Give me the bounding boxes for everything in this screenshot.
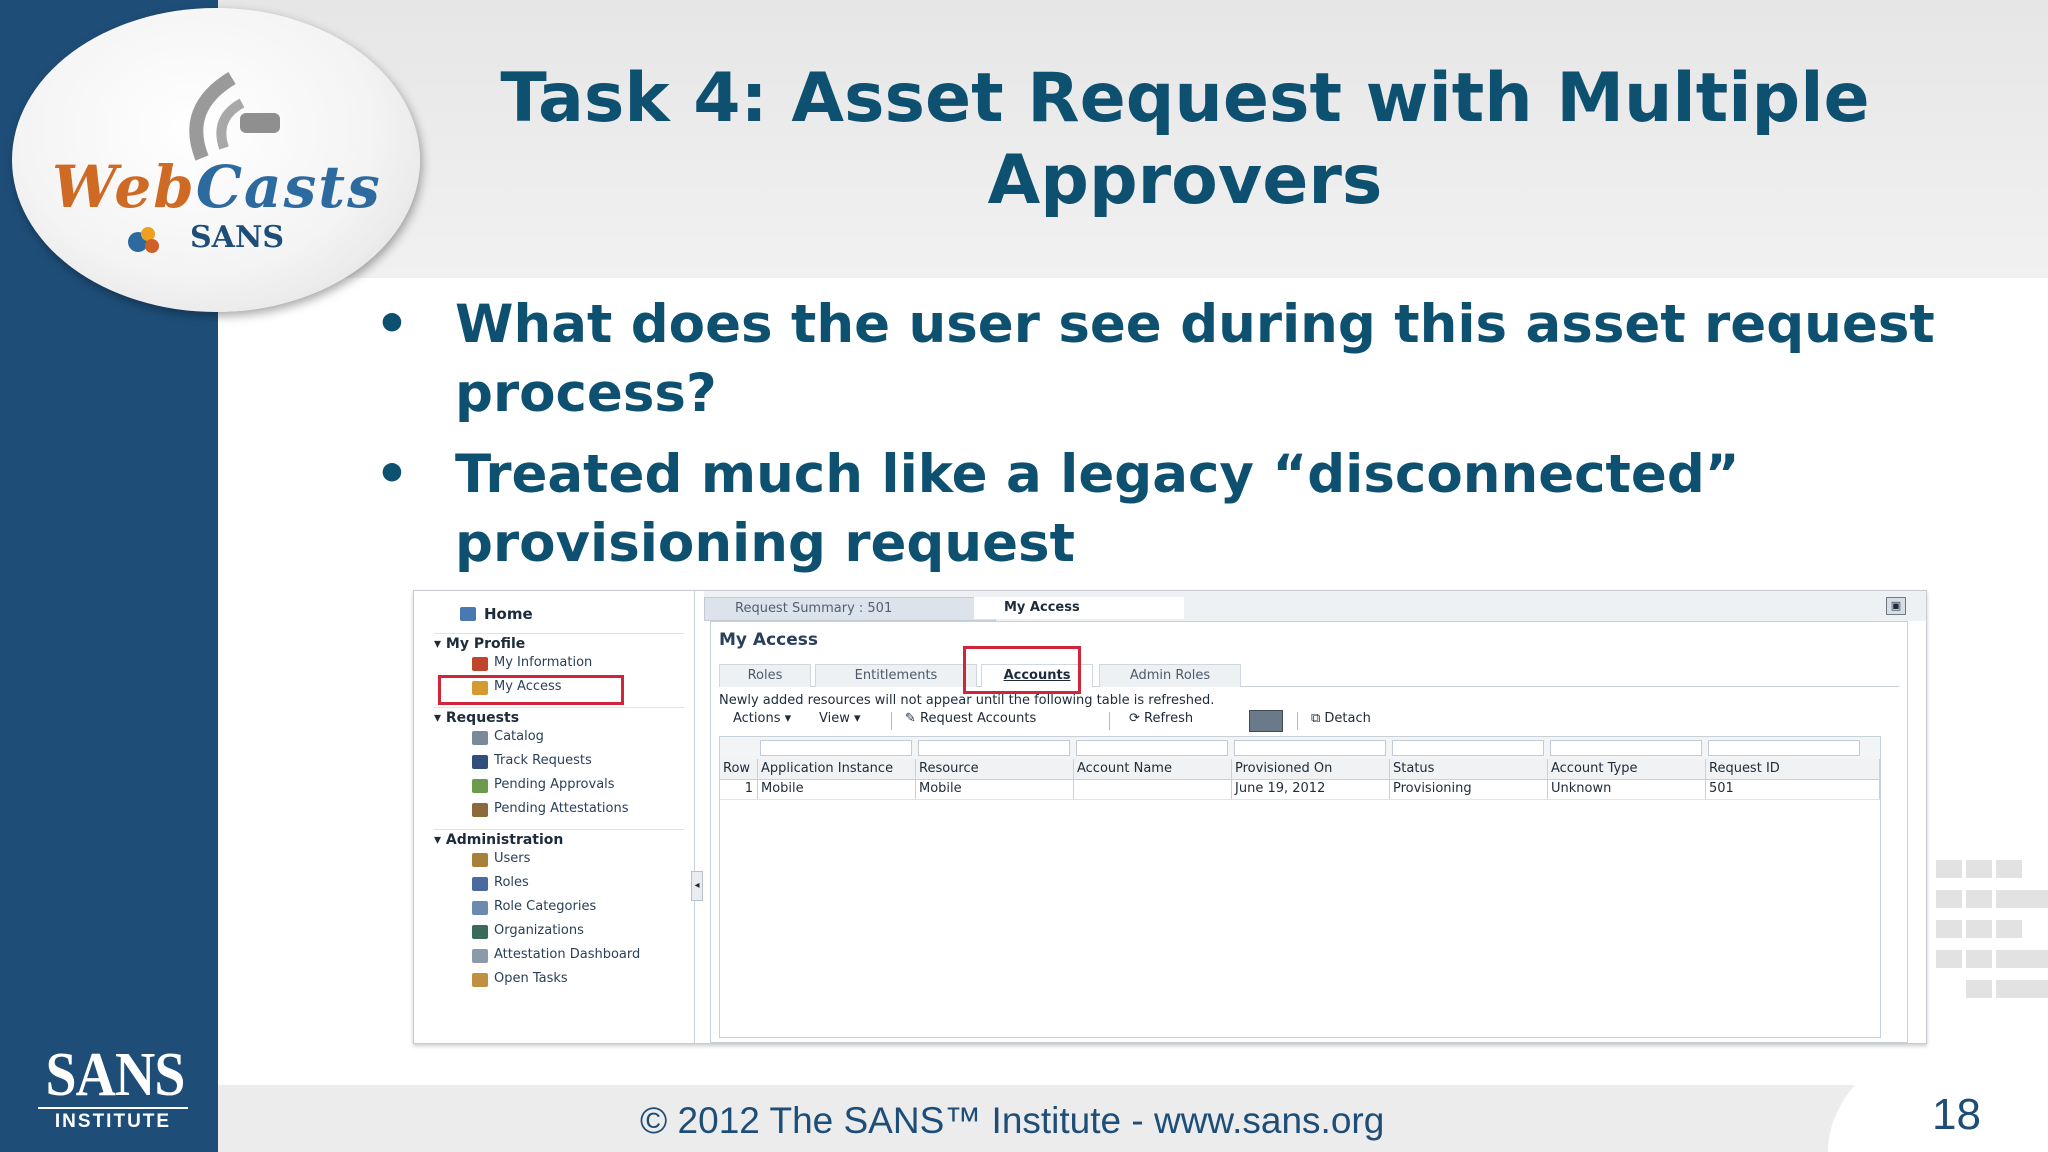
tab-request-summary[interactable]: Request Summary : 501 (704, 597, 996, 621)
attestation-dashboard-icon (472, 949, 488, 963)
top-tab-bar: Request Summary : 501 My Access ▣ (704, 591, 1926, 621)
nav-item-track-requests[interactable]: Track Requests (494, 753, 592, 768)
nav-section-requests[interactable]: ▾ Requests (434, 707, 684, 726)
export-icon[interactable] (1249, 710, 1283, 732)
highlight-my-access (438, 675, 624, 705)
nav-item-pending-approvals[interactable]: Pending Approvals (494, 777, 615, 792)
column-header[interactable]: Provisioned On (1232, 759, 1390, 779)
view-menu[interactable]: View ▾ (819, 711, 861, 726)
nav-item-pending-attestations[interactable]: Pending Attestations (494, 801, 628, 816)
nav-item-organizations[interactable]: Organizations (494, 923, 584, 938)
refresh-notice: Newly added resources will not appear un… (719, 693, 1215, 708)
nav-section-administration[interactable]: ▾ Administration (434, 829, 684, 848)
bullet-item: What does the user see during this asset… (375, 290, 1935, 428)
filter-field[interactable] (1234, 740, 1386, 756)
table-cell: 501 (1706, 779, 1880, 799)
subtab-roles[interactable]: Roles (719, 664, 811, 687)
filter-field[interactable] (1550, 740, 1702, 756)
accounts-table: Row Application Instance Resource Accoun… (719, 736, 1881, 1038)
sans-dots-icon (128, 227, 159, 253)
slide-title: Task 4: Asset Request with Multiple Appr… (500, 59, 1870, 220)
home-icon (460, 607, 476, 621)
column-header[interactable]: Request ID (1706, 759, 1880, 779)
filter-field[interactable] (1708, 740, 1860, 756)
track-requests-icon (472, 755, 488, 769)
column-header[interactable]: Resource (916, 759, 1074, 779)
nav-item-users[interactable]: Users (494, 851, 530, 866)
table-cell: Provisioning (1390, 779, 1548, 799)
nav-item-open-tasks[interactable]: Open Tasks (494, 971, 568, 986)
column-header[interactable]: Status (1390, 759, 1548, 779)
users-icon (472, 853, 488, 867)
request-accounts-button[interactable]: ✎ Request Accounts (905, 711, 1036, 726)
navigation-panel: Home ▾ My Profile My Information My Acce… (414, 591, 695, 1043)
toolbar-separator (891, 712, 892, 730)
filter-field[interactable] (1392, 740, 1544, 756)
toolbar-separator (1109, 712, 1110, 730)
actions-menu[interactable]: Actions ▾ (733, 711, 791, 726)
filter-row (720, 737, 1880, 760)
decorative-squares (1930, 860, 2048, 1090)
toolbar-separator (1297, 712, 1298, 730)
webcasts-wordmark: WebCasts (52, 153, 382, 221)
pending-attestations-icon (472, 803, 488, 817)
detach-button[interactable]: ⧉ Detach (1311, 711, 1371, 726)
table-row[interactable]: 1 Mobile Mobile June 19, 2012 Provisioni… (720, 779, 1880, 800)
footer-copyright: © 2012 The SANS™ Institute - www.sans.or… (640, 1100, 1385, 1141)
page-number: 18 (1932, 1090, 1981, 1139)
column-header[interactable]: Application Instance (758, 759, 916, 779)
roles-icon (472, 877, 488, 891)
column-header[interactable]: Account Type (1548, 759, 1706, 779)
nav-item-role-categories[interactable]: Role Categories (494, 899, 596, 914)
table-cell: Mobile (916, 779, 1074, 799)
column-header[interactable]: Row (720, 759, 758, 779)
subtab-admin-roles[interactable]: Admin Roles (1099, 664, 1241, 687)
column-header[interactable]: Account Name (1074, 759, 1232, 779)
nav-item-attestation-dashboard[interactable]: Attestation Dashboard (494, 947, 640, 962)
bullet-item: Treated much like a legacy “disconnected… (375, 440, 1935, 578)
table-cell: 1 (720, 779, 758, 799)
my-access-panel: My Access Roles Entitlements Accounts Ad… (710, 621, 1908, 1043)
oim-screenshot: Home ▾ My Profile My Information My Acce… (413, 590, 1927, 1044)
table-cell (1074, 779, 1232, 799)
nav-item-roles[interactable]: Roles (494, 875, 529, 890)
pending-approvals-icon (472, 779, 488, 793)
open-tasks-icon (472, 973, 488, 987)
user-icon (472, 657, 488, 671)
role-categories-icon (472, 901, 488, 915)
nav-section-my-profile[interactable]: ▾ My Profile (434, 633, 684, 652)
webcasts-logo: WebCasts SANS (12, 8, 420, 312)
collapse-handle[interactable]: ◂ (691, 871, 703, 901)
table-cell: Unknown (1548, 779, 1706, 799)
webcasts-sans-text: SANS (190, 220, 285, 255)
catalog-icon (472, 731, 488, 745)
table-header: Row Application Instance Resource Accoun… (720, 759, 1880, 780)
sans-institute-logo: SANS INSTITUTE (38, 1044, 188, 1133)
table-cell: Mobile (758, 779, 916, 799)
sub-tab-bar: Roles Entitlements Accounts Admin Roles (719, 660, 1899, 687)
table-cell: June 19, 2012 (1232, 779, 1390, 799)
nav-item-catalog[interactable]: Catalog (494, 729, 544, 744)
organizations-icon (472, 925, 488, 939)
filter-field[interactable] (1076, 740, 1228, 756)
tab-my-access[interactable]: My Access (974, 597, 1184, 619)
refresh-button[interactable]: ⟳ Refresh (1129, 711, 1193, 726)
table-toolbar: Actions ▾ View ▾ ✎ Request Accounts ⟳ Re… (719, 708, 1899, 732)
highlight-accounts-tab (963, 646, 1081, 694)
maximize-icon[interactable]: ▣ (1886, 597, 1906, 615)
nav-home-link[interactable]: Home (484, 605, 533, 623)
subtab-entitlements[interactable]: Entitlements (815, 664, 977, 687)
filter-field[interactable] (760, 740, 912, 756)
panel-title: My Access (719, 630, 818, 650)
bullet-list: What does the user see during this asset… (375, 290, 1935, 590)
nav-item-my-information[interactable]: My Information (494, 655, 592, 670)
filter-field[interactable] (918, 740, 1070, 756)
